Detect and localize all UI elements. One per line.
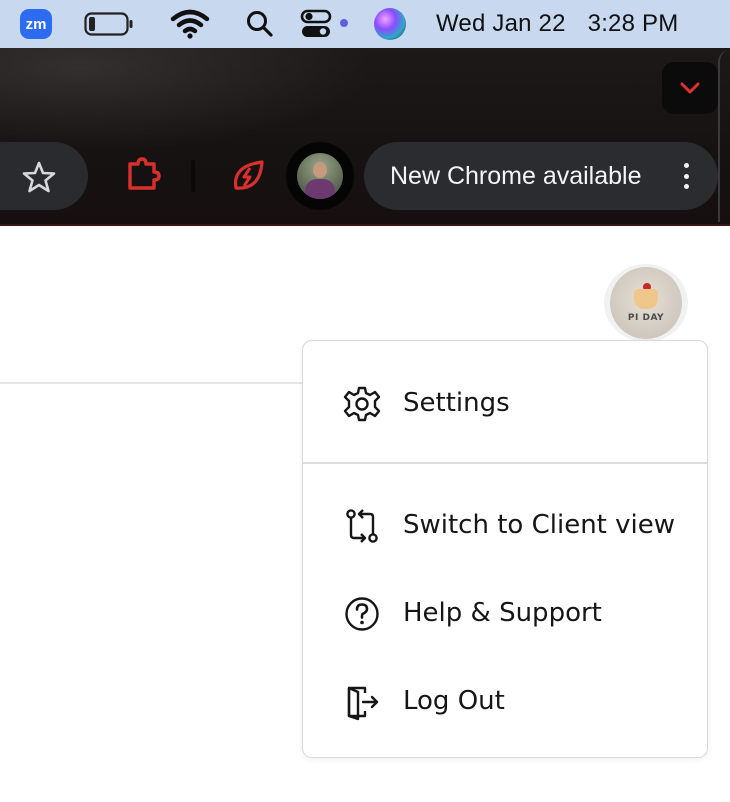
window-edge (718, 50, 730, 222)
menu-item-label: Help & Support (403, 598, 602, 628)
new-chrome-available-button[interactable]: New Chrome available (364, 142, 718, 210)
menu-item-label: Switch to Client view (403, 510, 675, 540)
menu-item-log-out[interactable]: Log Out (303, 665, 707, 737)
profile-dropdown-menu: Settings Switch to Client view Help & Su… (302, 340, 708, 758)
zoom-icon[interactable]: zm (20, 9, 52, 39)
battery-icon[interactable] (84, 12, 134, 36)
header-divider (0, 382, 302, 384)
user-profile-button[interactable]: PI DAY (604, 264, 688, 342)
extension-leaf-icon[interactable] (228, 156, 268, 196)
menubar-clock[interactable]: Wed Jan 22 3:28 PM (436, 8, 678, 40)
menu-item-switch-client-view[interactable]: Switch to Client view (303, 489, 707, 561)
help-circle-icon (345, 597, 379, 631)
siri-icon[interactable] (374, 8, 406, 40)
badge-text: PI DAY (627, 313, 665, 323)
menu-divider (303, 462, 707, 464)
tab-search-button[interactable] (662, 62, 718, 114)
more-vertical-icon[interactable] (674, 160, 698, 192)
gear-icon (343, 386, 381, 422)
wifi-icon[interactable] (170, 8, 210, 40)
switch-view-icon (346, 509, 378, 543)
chrome-toolbar: New Chrome available (0, 48, 730, 226)
menu-item-settings[interactable]: Settings (303, 367, 707, 439)
spotlight-search-icon[interactable] (244, 8, 276, 40)
menu-item-label: Settings (403, 388, 510, 418)
chrome-profile-avatar[interactable] (286, 142, 354, 210)
update-label: New Chrome available (390, 162, 642, 190)
macos-menu-bar: zm Wed Jan 22 3:28 PM (0, 0, 730, 48)
control-center-icon[interactable] (300, 8, 334, 40)
extension-puzzle-icon[interactable] (122, 156, 162, 196)
toolbar-divider (191, 160, 195, 192)
menu-item-help-support[interactable]: Help & Support (303, 577, 707, 649)
clock-date: Wed Jan 22 (436, 10, 566, 37)
menu-item-label: Log Out (403, 686, 505, 716)
avatar (297, 153, 343, 199)
status-dot-icon (340, 19, 348, 27)
tab-search-chevron-icon (680, 82, 700, 94)
clock-time: 3:28 PM (587, 10, 679, 37)
profile-avatar: PI DAY (610, 267, 682, 339)
bookmark-star-icon[interactable] (22, 160, 56, 194)
logout-icon (347, 686, 379, 721)
